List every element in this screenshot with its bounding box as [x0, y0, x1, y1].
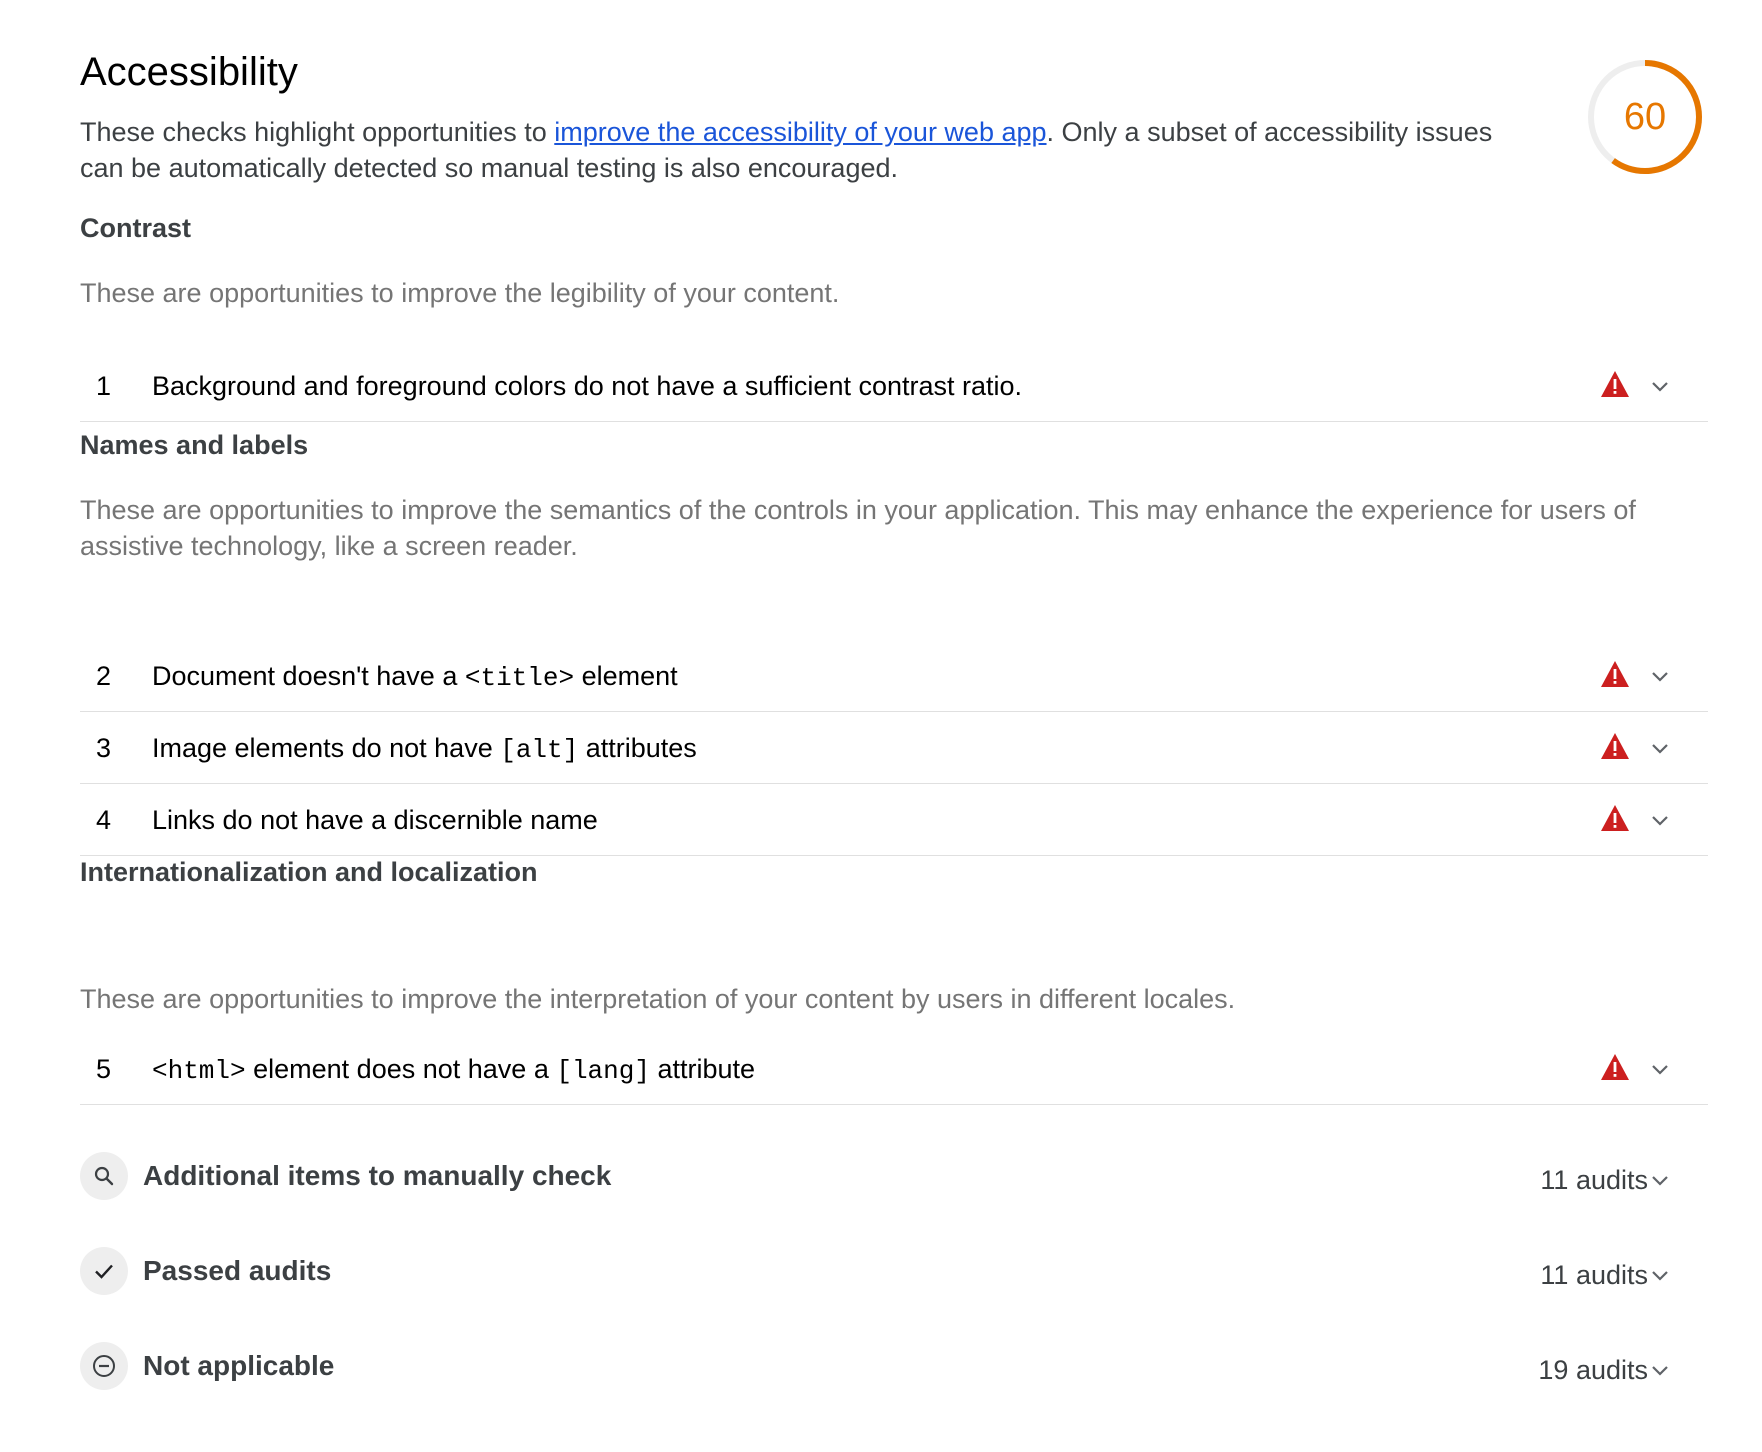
chevron-down-icon[interactable] — [1648, 1057, 1672, 1081]
fail-icon — [1601, 805, 1629, 831]
group-title-i18n: Internationalization and localization — [80, 857, 538, 887]
chevron-down-icon[interactable] — [1648, 1358, 1672, 1382]
chevron-down-icon[interactable] — [1648, 664, 1672, 688]
clump-title: Passed audits — [143, 1255, 332, 1286]
chevron-down-icon[interactable] — [1648, 1263, 1672, 1287]
search-icon — [80, 1152, 128, 1200]
audit-title-text: element — [574, 661, 678, 691]
group-description-contrast: These are opportunities to improve the l… — [80, 278, 840, 308]
audit-number: 1 — [96, 371, 112, 401]
category-title: Accessibility — [80, 50, 298, 94]
audit-title: Image elements do not have [alt] attribu… — [152, 712, 697, 786]
clump-not-applicable[interactable]: Not applicable 19 audits — [80, 1340, 1708, 1400]
group-title-contrast: Contrast — [80, 213, 192, 243]
category-description: These checks highlight opportunities to … — [80, 114, 1500, 186]
score-value: 60 — [1623, 96, 1667, 138]
audit-title: Document doesn't have a <title> element — [152, 640, 678, 714]
clump-count: 11 audits — [1540, 1260, 1648, 1290]
fail-icon — [1601, 661, 1629, 687]
fail-icon — [1601, 1054, 1629, 1080]
audit-title-text: Background and foreground colors do not … — [152, 371, 1023, 401]
audit-title-text: Links do not have a discernible name — [152, 805, 598, 835]
audit-title-code: <html> — [152, 1056, 246, 1086]
description-text-before: These checks highlight opportunities to — [80, 117, 555, 147]
audit-title-code: [alt] — [500, 735, 579, 765]
clump-title: Additional items to manually check — [143, 1160, 612, 1191]
group-title-names-and-labels: Names and labels — [80, 430, 309, 460]
check-icon — [80, 1247, 128, 1295]
audit-title-code: [lang] — [556, 1056, 650, 1086]
chevron-down-icon[interactable] — [1648, 374, 1672, 398]
audit-title: Background and foreground colors do not … — [152, 350, 1022, 422]
audit-number: 3 — [96, 733, 112, 763]
audit-row[interactable]: 5 <html> element does not have a [lang] … — [80, 1033, 1708, 1105]
audit-title: <html> element does not have a [lang] at… — [152, 1033, 755, 1107]
clump-count: 11 audits — [1540, 1165, 1648, 1195]
accessibility-docs-link[interactable]: improve the accessibility of your web ap… — [554, 117, 1046, 147]
audit-title-text: element does not have a — [245, 1054, 557, 1084]
clump-manual[interactable]: Additional items to manually check 11 au… — [80, 1150, 1708, 1210]
audit-row[interactable]: 1 Background and foreground colors do no… — [80, 350, 1708, 422]
chevron-down-icon[interactable] — [1648, 808, 1672, 832]
audit-row[interactable]: 3 Image elements do not have [alt] attri… — [80, 712, 1708, 784]
chevron-down-icon[interactable] — [1648, 1168, 1672, 1192]
minus-circle-icon — [80, 1342, 128, 1390]
audit-row[interactable]: 4 Links do not have a discernible name — [80, 784, 1708, 856]
audit-title-code: <title> — [464, 663, 575, 693]
chevron-down-icon[interactable] — [1648, 736, 1672, 760]
group-description-names-and-labels: These are opportunities to improve the s… — [80, 495, 1636, 561]
clump-title: Not applicable — [143, 1350, 335, 1381]
audit-title: Links do not have a discernible name — [152, 784, 598, 856]
clump-passed[interactable]: Passed audits 11 audits — [80, 1245, 1708, 1305]
audit-title-text: attributes — [578, 733, 697, 763]
audit-title-text: attribute — [649, 1054, 756, 1084]
group-description-i18n: These are opportunities to improve the i… — [80, 984, 1236, 1014]
fail-icon — [1601, 733, 1629, 759]
fail-icon — [1601, 371, 1629, 397]
audit-number: 5 — [96, 1054, 112, 1084]
audit-row[interactable]: 2 Document doesn't have a <title> elemen… — [80, 640, 1708, 712]
score-gauge[interactable]: 60 — [1585, 57, 1705, 177]
clump-count: 19 audits — [1538, 1355, 1648, 1385]
audit-number: 4 — [96, 805, 112, 835]
audit-title-text: Image elements do not have — [152, 733, 501, 763]
audit-title-text: Document doesn't have a — [152, 661, 465, 691]
audit-number: 2 — [96, 661, 112, 691]
